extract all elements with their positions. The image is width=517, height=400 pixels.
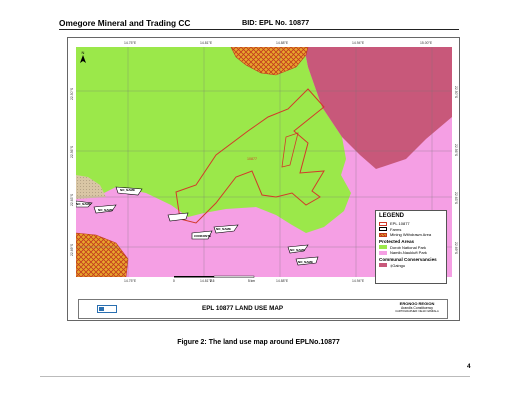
map-title-bar: EPL 10877 LAND USE MAP ERONGO REGION Ara…: [78, 299, 448, 319]
map-legend: LEGEND EPL 10877 Farms Mining Withdrawn …: [375, 210, 447, 284]
footer-rule: [40, 376, 470, 377]
page-number: 4: [467, 363, 471, 370]
region-block: ERONGO REGION Arandis Constituency CARTO…: [387, 301, 447, 313]
legend-label: Dorob National Park: [390, 244, 427, 250]
scale-label: 2.5: [210, 279, 215, 283]
cartographer: CARTOGRAPHER: NEJAI NAMFALA: [395, 310, 439, 313]
coord-left: 22.69°S: [70, 243, 74, 256]
bid-number: BID: EPL No. 10877: [242, 18, 310, 27]
scale-label: 5 km: [248, 279, 255, 283]
dorob-swatch: [379, 245, 387, 250]
legend-label: Farms: [390, 226, 402, 232]
namib-swatch: [379, 250, 387, 255]
scale-bar: 0 2.5 5 km: [172, 272, 260, 283]
coord-left: 22.50°S: [70, 87, 74, 100]
coord-bottom: 14.75°E: [124, 279, 137, 283]
map-title: EPL 10877 LAND USE MAP: [202, 305, 284, 312]
epl-swatch: [379, 221, 387, 226]
coord-top: 14.88°E: [276, 41, 289, 45]
legend-title: LEGEND: [379, 213, 405, 219]
legend-label: ‡Gaingu: [390, 262, 406, 268]
coord-right: 22.50°S: [454, 86, 458, 99]
logo: [97, 305, 117, 313]
farm-swatch: [379, 227, 387, 232]
coord-top: 15.00°E: [420, 41, 433, 45]
coord-top: 14.81°E: [200, 41, 213, 45]
gaingu-swatch: [379, 263, 387, 268]
farm-label: CONKONTE: [194, 234, 211, 238]
coord-left: 22.63°S: [70, 193, 74, 206]
epl-label: 10877: [247, 157, 257, 161]
coord-bottom: 14.88°E: [276, 279, 289, 283]
coord-right: 22.56°S: [454, 144, 458, 157]
legend-item: Mining Withdrawn Area: [379, 232, 443, 238]
scale-bar-graphic: 0 2.5 5 km: [173, 275, 255, 283]
coord-top: 14.94°E: [352, 41, 365, 45]
coord-right: 22.69°S: [454, 242, 458, 255]
farm-label: NO_NAME: [298, 260, 313, 264]
legend-label: Namib-Naukluft Park: [390, 250, 427, 256]
legend-label: Mining Withdrawn Area: [390, 232, 432, 238]
company-name: Omegore Mineral and Trading CC: [59, 18, 191, 28]
farm-label: NO_NAME: [120, 188, 135, 192]
coord-right: 22.63°S: [454, 192, 458, 205]
north-label: N: [82, 50, 85, 55]
coord-top: 14.75°E: [124, 41, 137, 45]
scale-label: 0: [173, 279, 175, 283]
farm-label: NO_NAME: [216, 227, 231, 231]
legend-item: ‡Gaingu: [379, 263, 443, 269]
coord-bottom: 14.94°E: [352, 279, 365, 283]
header-rule: [59, 29, 459, 30]
farm-label: NO_NAME: [290, 248, 305, 252]
legend-label: EPL 10877: [390, 221, 410, 227]
legend-item: Namib-Naukluft Park: [379, 250, 443, 256]
mining-swatch: [379, 232, 387, 237]
farm-label: NO_NAME: [76, 202, 91, 206]
farm-label: NO_NAME: [98, 208, 113, 212]
coord-left: 22.56°S: [70, 145, 74, 158]
figure-caption: Figure 2: The land use map around EPLNo.…: [177, 339, 340, 346]
